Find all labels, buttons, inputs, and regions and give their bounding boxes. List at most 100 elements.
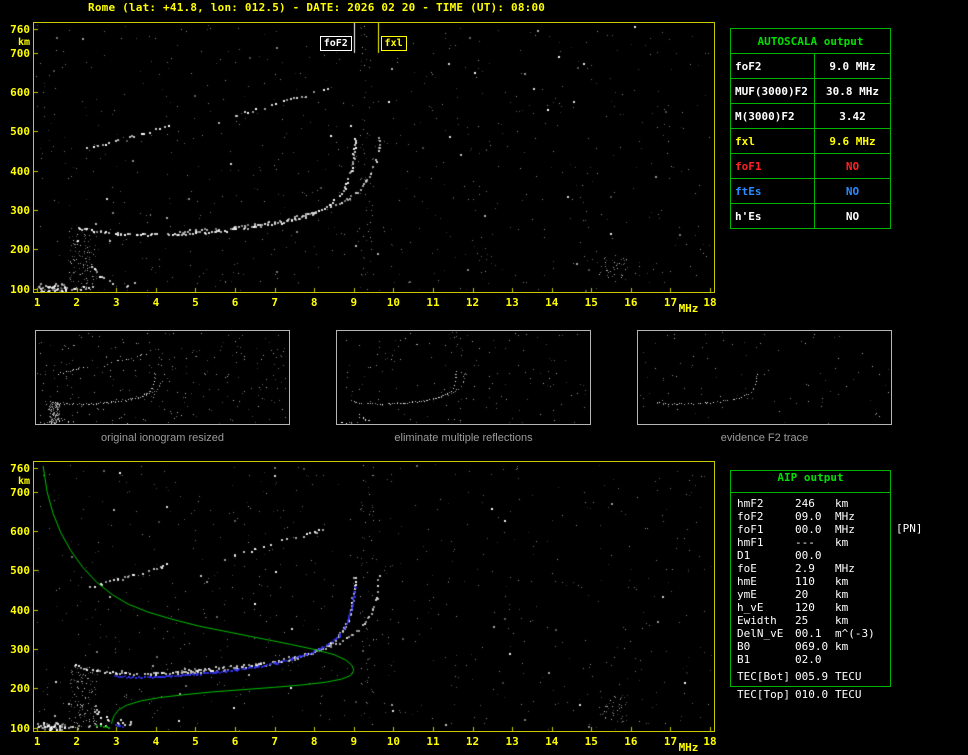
aip-param-name: foF1	[737, 523, 764, 536]
y-axis-tick-label: 500	[10, 564, 30, 578]
x-axis-tick-label: 1	[33, 735, 41, 748]
aip-panel-title: AIP output	[731, 471, 890, 493]
aip-param-name: D1	[737, 549, 751, 562]
aip-param-unit: MHz	[835, 510, 855, 523]
aip-param-name: hmF2	[737, 497, 764, 510]
x-axis-tick-label: 7	[271, 735, 278, 748]
y-axis-tick-label: 100	[10, 721, 30, 735]
x-axis-tick-label: 2	[73, 735, 81, 748]
y-axis-tick-label: 400	[10, 603, 30, 617]
autoscala-param-value: 30.8 MHz	[814, 78, 891, 104]
y-axis-unit-label: km	[17, 36, 30, 48]
aip-param-name: hmE	[737, 575, 757, 588]
aip-param-value: ---	[795, 536, 815, 549]
x-axis-tick-label: 16	[624, 735, 638, 748]
aip-param-value: 02.0	[795, 653, 822, 666]
aip-param-unit: km	[835, 640, 849, 653]
thumbnail-f2-trace	[637, 330, 892, 425]
aip-param-name: DelN_vE	[737, 627, 784, 640]
autoscala-row: M(3000)F2 3.42	[730, 103, 891, 129]
x-axis-tick-label: 13	[505, 735, 519, 748]
x-axis-tick-label: 10	[386, 296, 401, 309]
page-title: Rome (lat: +41.8, lon: 012.5) - DATE: 20…	[88, 1, 546, 14]
ionogram-bottom-canvas	[34, 462, 714, 731]
aip-param-value: 246	[795, 497, 815, 510]
y-axis-tick-label: 700	[10, 46, 30, 60]
thumbnail-caption: evidence F2 trace	[720, 432, 809, 444]
aip-param-name: foE	[737, 562, 757, 575]
autoscala-screen: { "title": "Rome (lat: +41.8, lon: 012.5…	[0, 0, 968, 755]
aip-param-name: TEC[Bot]	[737, 670, 790, 683]
marker-label-fof2: foF2	[319, 36, 352, 51]
x-axis-tick-label: 10	[386, 735, 401, 748]
autoscala-param-value: 9.6 MHz	[814, 128, 891, 154]
aip-row-hmf2: hmF2 246 km	[737, 497, 890, 510]
autoscala-param-label: M(3000)F2	[730, 103, 815, 129]
aip-param-value: 00.1	[795, 627, 822, 640]
autoscala-param-label: h'Es	[730, 203, 815, 229]
y-axis-tick-label: 760	[10, 461, 30, 475]
autoscala-param-value: 9.0 MHz	[814, 53, 891, 79]
x-axis-tick-label: 13	[505, 296, 519, 309]
y-axis-tick-label: 300	[10, 643, 30, 657]
aip-param-name: Ewidth	[737, 614, 777, 627]
aip-param-unit: km	[835, 588, 849, 601]
aip-param-name: h_vE	[737, 601, 764, 614]
aip-row-fof1: foF1 00.0 MHz	[737, 523, 890, 536]
aip-row-yme: ymE 20 km	[737, 588, 890, 601]
autoscala-row: foF1 NO	[730, 153, 891, 179]
aip-param-value: 00.0	[795, 523, 822, 536]
aip-param-unit: MHz	[835, 562, 855, 575]
aip-row-h-ve: h_vE 120 km	[737, 601, 890, 614]
aip-param-value: 069.0	[795, 640, 829, 653]
aip-row-d1: D1 00.0	[737, 549, 890, 562]
ionogram-top-plot: 760 700 600 500 400 300 200 100 km 1 2 3 4 5 6 7 8 9 10 11 1…	[10, 22, 717, 315]
y-axis-tick-label: 100	[10, 282, 30, 296]
aip-param-value: 110	[795, 575, 815, 588]
thumbnail-f2-trace-canvas	[638, 331, 891, 424]
autoscala-param-label: foF1	[730, 153, 815, 179]
y-axis-tick-label: 200	[10, 243, 30, 257]
x-axis-tick-label: 5	[192, 735, 199, 748]
autoscala-param-value: NO	[814, 178, 891, 204]
aip-row-fof2: foF2 09.0 MHz	[737, 510, 890, 523]
thumbnail-caption: original ionogram resized	[101, 432, 224, 444]
y-axis-tick-label: 200	[10, 682, 30, 696]
x-axis-tick-label: 6	[231, 735, 239, 748]
x-axis-tick-label: 6	[231, 296, 239, 309]
ionogram-bottom-plot: 760 700 600 500 400 300 200 100 km 1 2 3 4 5 6 7 8 9 10 11 1…	[10, 461, 717, 754]
aip-param-name: ymE	[737, 588, 757, 601]
aip-row-tec-bot-: TEC[Bot] 005.9 TECU	[737, 670, 890, 683]
autoscala-param-label: MUF(3000)F2	[730, 78, 815, 104]
pn-note: [PN]	[896, 522, 923, 535]
aip-output-panel: AIP output hmF2 246 km foF2 09.0 MHz foF1 00.0 M…	[730, 470, 891, 687]
y-axis-tick-label: 600	[10, 85, 30, 99]
thumbnail-original-canvas	[36, 331, 289, 424]
autoscala-param-value: NO	[814, 203, 891, 229]
x-axis-unit-label: MHz	[678, 302, 699, 315]
x-axis-tick-label: 15	[584, 296, 598, 309]
aip-param-unit: TECU	[835, 670, 862, 683]
aip-param-unit: m^(-3)	[835, 627, 875, 640]
x-axis-tick-label: 11	[426, 296, 440, 309]
aip-row-b0: B0 069.0 km	[737, 640, 890, 653]
x-axis-tick-label: 14	[545, 296, 559, 309]
marker-label-fxl: fxl	[380, 36, 407, 51]
y-axis-tick-label: 600	[10, 524, 30, 538]
aip-param-unit: km	[835, 575, 849, 588]
autoscala-row: h'Es NO	[730, 203, 891, 229]
aip-param-value: 005.9	[795, 670, 829, 683]
autoscala-param-label: ftEs	[730, 178, 815, 204]
aip-row-deln-ve: DelN_vE 00.1 m^(-3)	[737, 627, 890, 640]
x-axis-tick-label: 9	[350, 735, 358, 748]
x-axis-tick-label: 2	[73, 296, 81, 309]
autoscala-row: foF2 9.0 MHz	[730, 53, 891, 79]
x-axis-tick-label: 1	[33, 296, 41, 309]
aip-param-value: 25	[795, 614, 809, 627]
aip-param-unit: km	[835, 601, 849, 614]
x-axis-tick-label: 14	[545, 735, 559, 748]
x-axis-tick-label: 5	[192, 296, 199, 309]
aip-param-unit: km	[835, 497, 849, 510]
x-axis-tick-label: 7	[271, 296, 278, 309]
aip-row-ewidth: Ewidth 25 km	[737, 614, 890, 627]
